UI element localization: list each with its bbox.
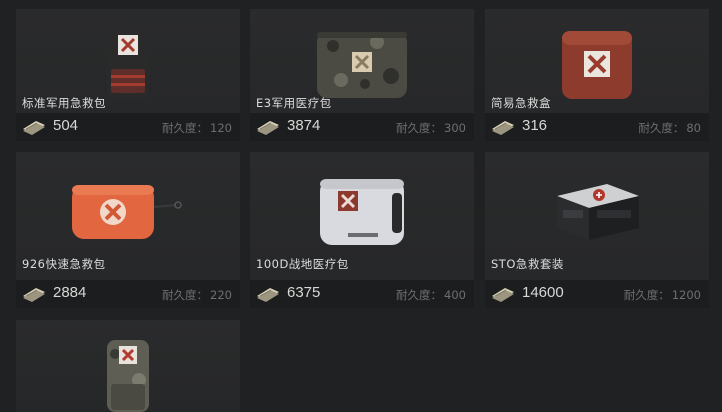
item-card[interactable]: 926快速急救包 2884 耐久度： 220 <box>16 152 240 308</box>
white-medical-bag-icon <box>250 152 474 272</box>
item-durability: 耐久度： 400 <box>396 288 466 302</box>
cash-stack-icon <box>257 121 279 135</box>
item-durability: 耐久度： 220 <box>162 288 232 302</box>
item-name: E3军用医疗包 <box>256 96 332 110</box>
item-card[interactable] <box>16 320 240 412</box>
item-name: 简易急救盒 <box>491 96 551 110</box>
item-card[interactable]: 100D战地医疗包 6375 耐久度： 400 <box>250 152 474 308</box>
item-price: 14600 <box>522 284 564 301</box>
item-price: 2884 <box>53 284 87 301</box>
cash-stack-icon <box>23 288 45 302</box>
item-footer: 504 耐久度： 120 <box>16 113 240 141</box>
cash-stack-icon <box>257 288 279 302</box>
item-price: 3874 <box>287 117 321 134</box>
item-durability: 耐久度： 80 <box>638 121 701 135</box>
item-name: 926快速急救包 <box>22 257 106 271</box>
item-name: STO急救套装 <box>491 257 564 271</box>
camo-medical-backpack-icon <box>16 340 240 412</box>
item-price: 504 <box>53 117 79 134</box>
item-durability: 耐久度： 120 <box>162 121 232 135</box>
item-card[interactable]: 标准军用急救包 504 耐久度： 120 <box>16 9 240 141</box>
item-footer: 6375 耐久度： 400 <box>250 280 474 308</box>
item-card[interactable]: STO急救套装 14600 耐久度： 1200 <box>485 152 709 308</box>
item-footer: 316 耐久度： 80 <box>485 113 709 141</box>
orange-first-aid-pouch-icon <box>16 152 240 272</box>
item-price: 6375 <box>287 284 321 301</box>
item-name: 100D战地医疗包 <box>256 257 349 271</box>
item-footer: 2884 耐久度： 220 <box>16 280 240 308</box>
item-name: 标准军用急救包 <box>22 96 106 110</box>
item-price: 316 <box>522 117 548 134</box>
cash-stack-icon <box>492 288 514 302</box>
cash-stack-icon <box>492 121 514 135</box>
medical-items-grid: 标准军用急救包 504 耐久度： 120 E3军用医疗包 3874 耐久度： 3… <box>0 0 722 412</box>
item-durability: 耐久度： 300 <box>396 121 466 135</box>
item-card[interactable]: 简易急救盒 316 耐久度： 80 <box>485 9 709 141</box>
item-footer: 14600 耐久度： 1200 <box>485 280 709 308</box>
item-card[interactable]: E3军用医疗包 3874 耐久度： 300 <box>250 9 474 141</box>
cash-stack-icon <box>23 121 45 135</box>
item-footer: 3874 耐久度： 300 <box>250 113 474 141</box>
black-medical-case-icon <box>485 152 709 272</box>
item-durability: 耐久度： 1200 <box>623 288 701 302</box>
